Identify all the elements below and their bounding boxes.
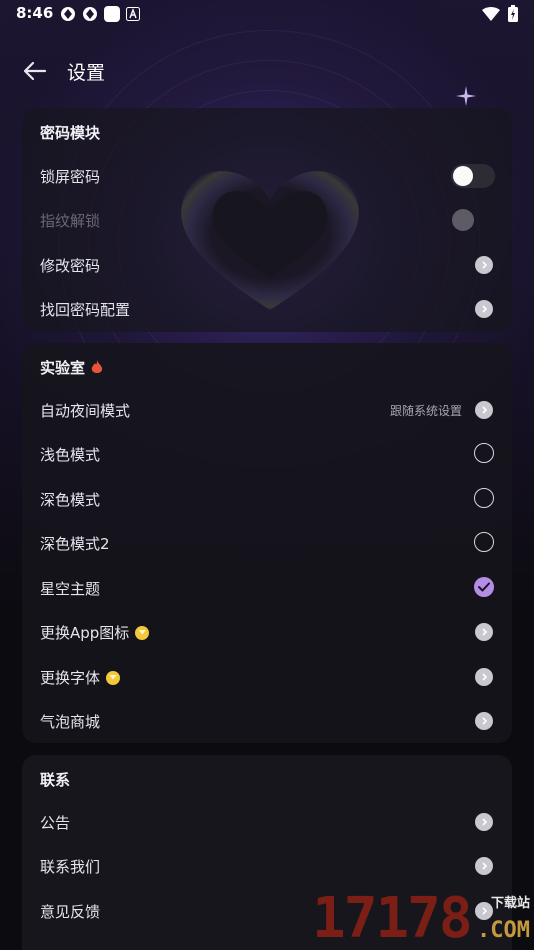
change-password-row[interactable]: 修改密码 — [22, 243, 512, 287]
fingerprint-row: 指纹解锁 — [22, 198, 512, 242]
feedback-label: 意见反馈 — [40, 903, 101, 921]
password-section: 密码模块 锁屏密码 指纹解锁 修改密码 找回密码配置 — [22, 108, 512, 332]
arrow-left-icon — [23, 61, 47, 81]
gem-icon — [135, 625, 150, 640]
check-icon — [478, 582, 490, 592]
change-icon-row[interactable]: 更换App图标 — [22, 610, 512, 654]
square-notification-icon — [104, 6, 120, 22]
lock-screen-label: 锁屏密码 — [40, 168, 101, 186]
dark-mode2-row[interactable]: 深色模式2 — [22, 521, 512, 565]
app-notification-icon — [83, 7, 97, 21]
dark-mode-label: 深色模式 — [40, 491, 101, 509]
starry-theme-label: 星空主题 — [40, 580, 101, 598]
bubble-store-label: 气泡商城 — [40, 713, 101, 731]
status-time: 8:46 — [16, 4, 54, 22]
chevron-right-icon — [475, 857, 493, 875]
auto-night-value: 跟随系统设置 — [389, 404, 462, 418]
lock-screen-row[interactable]: 锁屏密码 — [22, 154, 512, 198]
chevron-right-icon — [475, 712, 493, 730]
dark-mode2-radio[interactable] — [474, 532, 494, 552]
chevron-right-icon — [475, 813, 493, 831]
auto-night-row[interactable]: 自动夜间模式 跟随系统设置 — [22, 388, 512, 432]
light-mode-row[interactable]: 浅色模式 — [22, 432, 512, 476]
watermark-domain: .COM — [477, 918, 530, 943]
app-header: 设置 — [0, 50, 534, 94]
section-title-text: 实验室 — [40, 359, 86, 377]
system-icons — [482, 5, 518, 22]
wifi-icon — [482, 6, 500, 21]
change-icon-text: 更换App图标 — [40, 624, 130, 642]
gem-icon — [106, 670, 121, 685]
section-title: 实验室 — [40, 357, 103, 378]
chevron-right-icon — [475, 668, 493, 686]
notification-icons — [60, 6, 140, 22]
starry-theme-row[interactable]: 星空主题 — [22, 566, 512, 610]
chevron-right-icon — [475, 401, 493, 419]
section-title: 密码模块 — [40, 124, 101, 142]
change-password-label: 修改密码 — [40, 257, 101, 275]
light-mode-label: 浅色模式 — [40, 446, 101, 464]
site-watermark: 17178 下载站 .COM — [312, 888, 534, 950]
status-bar: 8:46 — [0, 0, 534, 28]
notice-row[interactable]: 公告 — [22, 800, 512, 844]
section-title: 联系 — [40, 771, 71, 789]
battery-icon — [508, 5, 518, 22]
change-font-label: 更换字体 — [40, 667, 121, 688]
change-icon-label: 更换App图标 — [40, 622, 150, 643]
dark-mode2-label: 深色模式2 — [40, 535, 110, 553]
change-font-row[interactable]: 更换字体 — [22, 655, 512, 699]
settings-screen: 8:46 设置 密码模块 锁屏密码 指纹解锁 修改密码 找回密码配置 实验室 自… — [0, 0, 534, 950]
chevron-right-icon — [475, 256, 493, 274]
app-notification-icon — [61, 7, 75, 21]
recover-config-label: 找回密码配置 — [40, 301, 131, 319]
bubble-store-row[interactable]: 气泡商城 — [22, 699, 512, 743]
back-button[interactable] — [20, 56, 50, 86]
watermark-number: 17178 — [312, 886, 473, 950]
font-notification-icon — [126, 7, 140, 21]
lab-section: 实验室 自动夜间模式 跟随系统设置 浅色模式 深色模式 深色模式2 星空主题 更… — [22, 343, 512, 743]
fingerprint-label: 指纹解锁 — [40, 212, 101, 230]
dark-mode-row[interactable]: 深色模式 — [22, 477, 512, 521]
flame-icon — [91, 360, 103, 373]
recover-config-row[interactable]: 找回密码配置 — [22, 287, 512, 331]
chevron-right-icon — [475, 623, 493, 641]
fingerprint-toggle — [452, 209, 474, 231]
change-font-text: 更换字体 — [40, 669, 101, 687]
lock-screen-toggle[interactable] — [451, 164, 495, 188]
starry-theme-radio-checked[interactable] — [474, 577, 494, 597]
contact-us-label: 联系我们 — [40, 858, 101, 876]
notice-label: 公告 — [40, 814, 71, 832]
page-title: 设置 — [67, 62, 106, 84]
auto-night-label: 自动夜间模式 — [40, 402, 131, 420]
contact-us-row[interactable]: 联系我们 — [22, 844, 512, 888]
dark-mode-radio[interactable] — [474, 488, 494, 508]
chevron-right-icon — [475, 300, 493, 318]
light-mode-radio[interactable] — [474, 443, 494, 463]
watermark-download: 下载站 — [490, 896, 530, 911]
